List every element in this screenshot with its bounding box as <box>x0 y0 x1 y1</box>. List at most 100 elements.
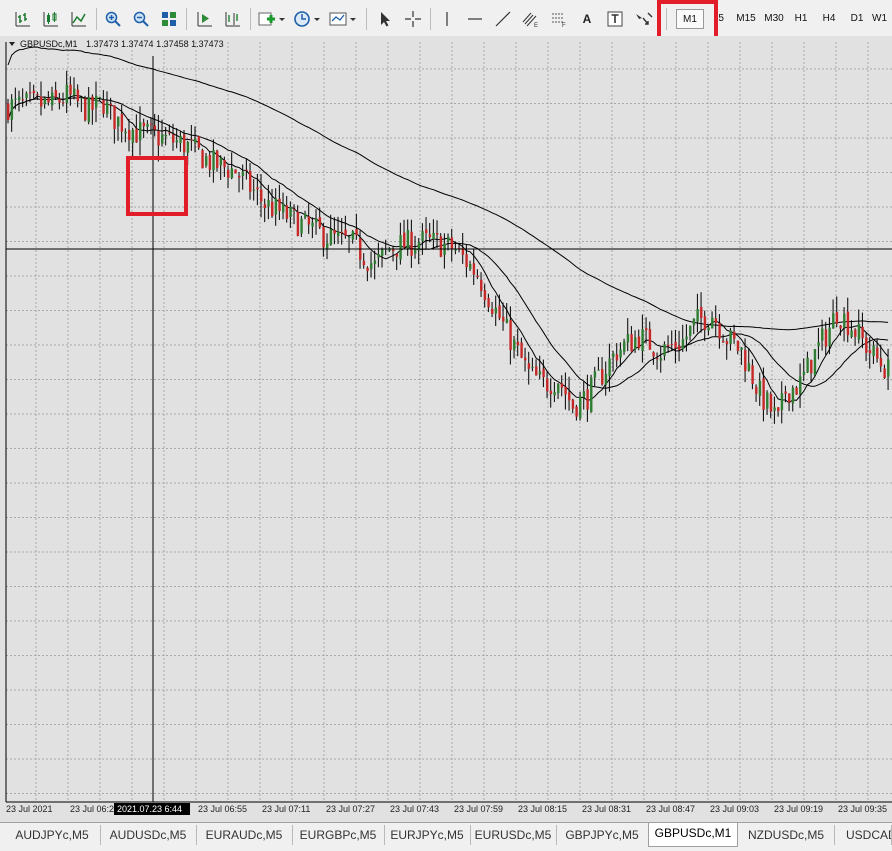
candle-body <box>84 98 87 121</box>
candle-body <box>769 393 773 412</box>
candle-body <box>670 344 674 346</box>
candle-body <box>32 90 36 94</box>
tab-usdcad[interactable]: USDCAD <box>834 825 892 845</box>
arrows-button[interactable] <box>632 8 656 30</box>
candle-body <box>469 264 472 270</box>
candle-body <box>256 187 259 190</box>
tile-windows-icon <box>162 12 176 26</box>
candle-body <box>98 96 102 98</box>
zoom-in-icon <box>105 11 121 27</box>
candle-body <box>571 399 575 409</box>
candle-body <box>36 94 39 96</box>
candle-body <box>791 387 795 404</box>
candle-body <box>494 307 498 314</box>
vertical-line-button[interactable] <box>436 8 458 30</box>
candle-body <box>802 371 806 375</box>
timeframe-h1[interactable]: H1 <box>788 9 814 29</box>
candle-body <box>483 290 487 301</box>
horizontal-line-button[interactable] <box>464 8 486 30</box>
tile-windows-button[interactable] <box>158 8 180 30</box>
zoom-out-button[interactable] <box>130 8 152 30</box>
cursor-button[interactable] <box>374 8 396 30</box>
timeframe-m15[interactable]: M15 <box>732 9 760 29</box>
tab-gbpjpyc-m5[interactable]: GBPJPYc,M5 <box>556 825 649 845</box>
candle-body <box>18 96 21 101</box>
time-axis-label: 23 Jul 07:43 <box>390 804 439 814</box>
equidistant-channel-button[interactable]: E <box>520 8 542 30</box>
candle-body <box>370 263 373 270</box>
tab-eurusdc-m5[interactable]: EURUSDc,M5 <box>470 825 557 845</box>
candle-body <box>502 316 505 322</box>
candle-body <box>835 312 839 324</box>
candlestick-chart-button[interactable] <box>40 8 62 30</box>
candle-body <box>656 358 659 360</box>
svg-text:E: E <box>534 23 538 28</box>
candle-body <box>747 363 751 371</box>
tab-nzdusdc-m5[interactable]: NZDUSDc,M5 <box>738 825 835 845</box>
candle-body <box>755 386 758 394</box>
candle-body <box>109 103 113 106</box>
candle-body <box>421 231 424 242</box>
timeframe-h4[interactable]: H4 <box>816 9 842 29</box>
zoom-in-button[interactable] <box>102 8 124 30</box>
timeframe-d1[interactable]: D1 <box>844 9 870 29</box>
candle-body <box>381 248 384 256</box>
candle-body <box>43 97 47 105</box>
candle-body <box>153 125 157 130</box>
periods-button[interactable] <box>292 8 322 30</box>
candle-body <box>615 354 619 361</box>
tab-eurgbpc-m5[interactable]: EURGBPc,M5 <box>292 825 385 845</box>
tab-audusdc-m5[interactable]: AUDUSDc,M5 <box>100 825 197 845</box>
time-axis-label: 23 Jul 07:27 <box>326 804 375 814</box>
tab-eurjpyc-m5[interactable]: EURJPYc,M5 <box>384 825 471 845</box>
candle-body <box>227 169 230 178</box>
candle-body <box>47 97 50 103</box>
candle-body <box>795 387 798 395</box>
crosshair-button[interactable] <box>402 8 424 30</box>
candle-body <box>186 142 190 153</box>
text-button[interactable]: A <box>576 8 598 30</box>
candle-body <box>821 328 824 341</box>
candle-body <box>351 231 355 240</box>
candle-body <box>282 203 285 213</box>
vertical-line-icon <box>446 12 448 26</box>
timeframe-m1[interactable]: M1 <box>676 9 704 29</box>
bar-chart-button[interactable] <box>12 8 34 30</box>
timeframe-m30[interactable]: M30 <box>760 9 788 29</box>
candle-body <box>593 371 597 378</box>
candle-body <box>205 156 208 166</box>
candle-body <box>876 347 879 359</box>
tab-euraudc-m5[interactable]: EURAUDc,M5 <box>196 825 293 845</box>
candle-body <box>751 365 754 384</box>
templates-button[interactable] <box>328 8 358 30</box>
timeframe-w1[interactable]: W1 <box>872 9 892 29</box>
candle-body <box>337 231 340 237</box>
candle-body <box>194 138 197 143</box>
indicators-icon <box>258 12 285 26</box>
candle-body <box>472 263 476 275</box>
line-chart-button[interactable] <box>68 8 90 30</box>
trend-line-button[interactable] <box>492 8 514 30</box>
timeframe-m5[interactable]: M5 <box>712 9 730 29</box>
candle-body <box>344 229 347 236</box>
auto-scroll-button[interactable] <box>194 8 216 30</box>
candle-body <box>476 275 479 278</box>
candle-body <box>630 334 633 352</box>
tab-gbpusdc-m1[interactable]: GBPUSDc,M1 <box>648 823 738 847</box>
indicators-button[interactable] <box>256 8 286 30</box>
candle-body <box>678 345 681 350</box>
chart-area[interactable]: 23 Jul 2021 23 Jul 06:2 23 Jul 06:55 23 Jul… <box>0 36 892 822</box>
candle-body <box>179 135 182 144</box>
candle-body <box>348 236 351 238</box>
fibonacci-button[interactable]: F <box>548 8 570 30</box>
time-axis-label: 23 Jul 06:55 <box>198 804 247 814</box>
periods-clock-icon <box>294 11 320 27</box>
price-chart[interactable]: 23 Jul 2021 23 Jul 06:2 23 Jul 06:55 23 Jul… <box>0 36 892 822</box>
candle-body <box>872 345 875 357</box>
bar-chart-icon <box>15 12 30 27</box>
text-label-button[interactable] <box>604 8 626 30</box>
chart-shift-button[interactable] <box>222 8 244 30</box>
candle-body <box>582 391 586 398</box>
tab-audjpyc-m5[interactable]: AUDJPYc,M5 <box>4 825 101 845</box>
candle-body <box>487 298 490 308</box>
